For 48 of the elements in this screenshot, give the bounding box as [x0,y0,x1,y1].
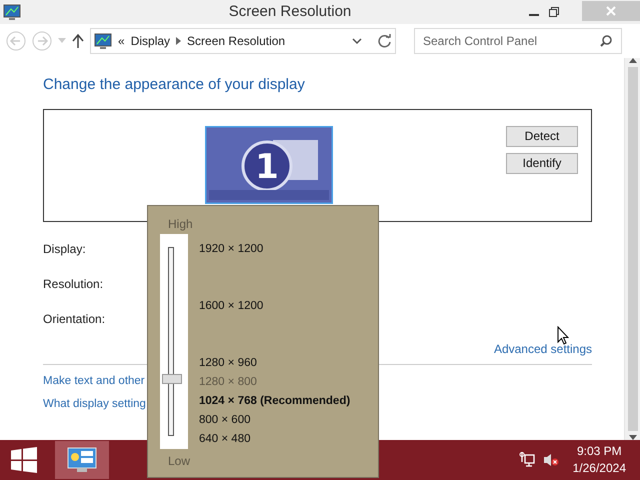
field-label: Resolution: [43,276,104,292]
resolution-option[interactable]: 1280 × 960 [199,354,378,373]
minimize-icon [529,14,539,16]
taskbar-app-button[interactable] [55,441,109,479]
window-title: Screen Resolution [228,2,352,22]
chevron-icon [176,37,182,45]
search-field[interactable]: Search Control Panel [414,28,622,54]
search-icon[interactable] [600,35,612,47]
up-icon[interactable] [72,34,84,48]
windows-start-icon[interactable] [11,447,37,473]
breadcrumb[interactable]: Screen Resolution [187,32,286,50]
resolution-option[interactable]: 640 × 480 [199,430,378,449]
detect-button[interactable]: Detect [506,126,578,146]
field-label: Orientation: [43,310,106,328]
clock-date: 1/26/2024 [572,460,626,477]
dropdown-icon[interactable] [352,38,362,44]
refresh-icon[interactable] [378,34,392,48]
clock[interactable]: 9:03 PM 1/26/2024 [572,443,626,477]
overflow-chevron[interactable]: « [118,32,125,50]
resolution-option[interactable]: 1024 × 768 (Recommended) [199,392,378,411]
resolution-option[interactable]: 800 × 600 [199,411,378,430]
field-label: Display: [43,240,86,258]
display-number: 1 [255,146,279,186]
help-link[interactable]: Make text and other [43,372,145,390]
slider-rail[interactable] [168,247,174,436]
network-icon[interactable] [518,452,535,468]
scroll-thumb[interactable] [628,67,638,431]
restore-icon [549,7,559,17]
control-panel-icon [67,447,97,473]
identify-button[interactable]: Identify [506,152,578,174]
clock-time: 9:03 PM [576,443,622,460]
address-bar[interactable]: « Display Screen Resolution [90,28,396,54]
resolution-option[interactable]: 1600 × 1200 [199,297,378,316]
muted-speaker-icon[interactable] [542,453,559,467]
advanced-settings-link[interactable]: Advanced settings [494,340,592,358]
resolution-option[interactable]: 1920 × 1200 [199,240,378,259]
slider-low-label: Low [168,453,190,470]
scroll-up-icon[interactable] [628,58,636,63]
app-icon [3,4,21,20]
cursor-icon [557,326,569,345]
help-link[interactable]: What display setting [43,396,146,413]
page-heading: Change the appearance of your display [43,75,306,95]
close-icon [606,6,616,16]
slider-thumb[interactable] [162,374,182,384]
scrollbar[interactable] [624,58,640,440]
monitor-icon[interactable]: 1 [205,126,333,204]
breadcrumb[interactable]: Display [130,32,170,50]
slider-high-label: High [168,216,193,233]
